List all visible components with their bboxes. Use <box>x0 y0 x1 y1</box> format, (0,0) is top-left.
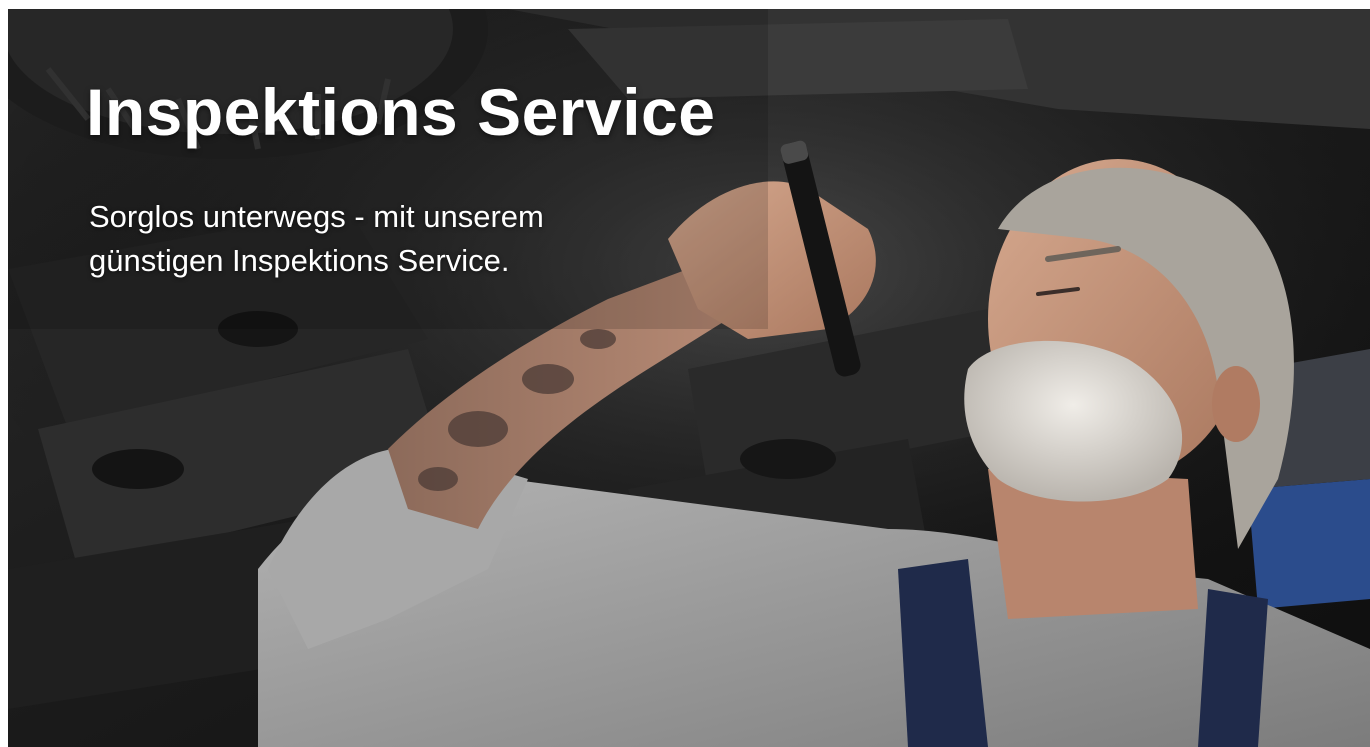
hero-subtitle: Sorglos unterwegs - mit unserem günstige… <box>89 195 729 283</box>
hero-title: Inspektions Service <box>86 75 716 149</box>
hero-banner: Inspektions Service Sorglos unterwegs - … <box>8 9 1370 747</box>
page: Inspektions Service Sorglos unterwegs - … <box>0 0 1370 747</box>
hero-subtitle-line-1: Sorglos unterwegs - mit unserem <box>89 199 544 234</box>
hero-subtitle-line-2: günstigen Inspektions Service. <box>89 243 510 278</box>
